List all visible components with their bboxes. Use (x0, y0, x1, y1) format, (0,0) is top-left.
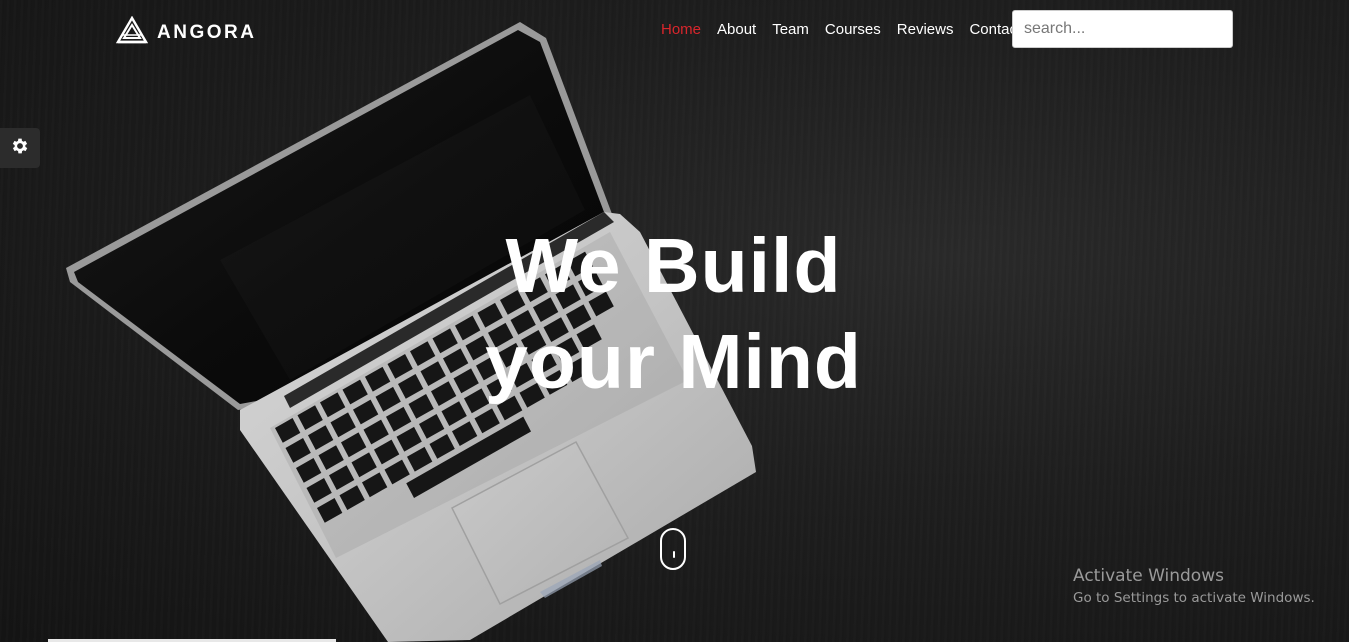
logo-mark-icon (115, 15, 149, 49)
hero-headline: We Build your Mind (0, 218, 1349, 410)
windows-activation-watermark: Activate Windows Go to Settings to activ… (1073, 565, 1315, 608)
nav-home[interactable]: Home (661, 21, 701, 38)
brand-name: ANGORA (157, 21, 257, 43)
gear-icon (10, 136, 30, 161)
mouse-scroll-icon[interactable] (660, 528, 686, 570)
hero-headline-line1: We Build (505, 223, 842, 309)
hero-headline-line2: your Mind (485, 319, 862, 405)
main-nav: Home About Team Courses Reviews Contact (661, 21, 1037, 38)
settings-button[interactable] (0, 128, 40, 168)
hero-section: ANGORA Home About Team Courses Reviews C… (0, 0, 1349, 642)
brand-logo[interactable]: ANGORA (115, 15, 257, 49)
search-input[interactable] (1012, 10, 1233, 48)
mouse-wheel (673, 551, 675, 558)
nav-courses[interactable]: Courses (825, 21, 881, 38)
nav-team[interactable]: Team (772, 21, 809, 38)
watermark-title: Activate Windows (1073, 566, 1224, 586)
watermark-subtitle: Go to Settings to activate Windows. (1073, 590, 1315, 606)
nav-reviews[interactable]: Reviews (897, 21, 954, 38)
nav-about[interactable]: About (717, 21, 756, 38)
